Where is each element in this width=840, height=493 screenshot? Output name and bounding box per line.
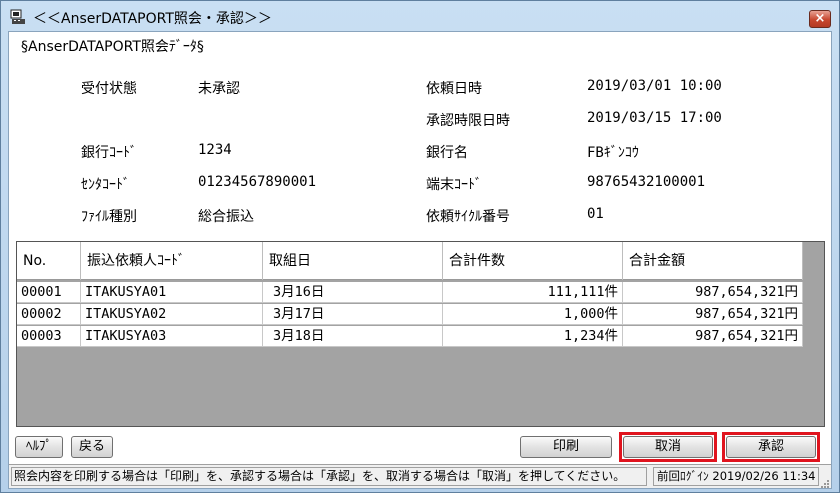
bank-name-value: FBｷﾞﾝｺｳ [587,145,639,161]
cancel-button[interactable]: 取消 [623,436,713,458]
section-title: §AnserDATAPORT照会ﾃﾞｰﾀ§ [21,39,204,55]
cell-amount: 987,654,321円 [623,326,803,347]
main-window: ＜＜AnserDATAPORT照会・承認＞＞ × §AnserDATAPORT照… [0,0,840,493]
file-type-label: ﾌｧｲﾙ種別 [81,209,137,225]
bank-code-value: 1234 [198,142,232,158]
header-date[interactable]: 取組日 [263,242,443,280]
terminal-code-label: 端末ｺｰﾄﾞ [426,177,482,193]
status-bar: 照会内容を印刷する場合は「印刷」を、承認する場合は「承認」を、取消する場合は「取… [9,464,831,488]
request-cycle-label: 依頼ｻｲｸﾙ番号 [426,209,510,225]
app-icon [10,9,26,25]
window-title: ＜＜AnserDATAPORT照会・承認＞＞ [33,11,272,27]
cell-amount: 987,654,321円 [623,304,803,325]
cell-no: 00003 [17,326,81,347]
last-login: 前回ﾛｸﾞｲﾝ 2019/02/26 11:34 [653,467,819,486]
resize-grip-icon[interactable] [819,476,829,488]
title-bar[interactable]: ＜＜AnserDATAPORT照会・承認＞＞ × [1,1,839,31]
close-button[interactable]: × [809,10,831,28]
table-row[interactable]: 00003 ITAKUSYA03 3月18日 1,234件 987,654,32… [17,326,803,347]
cell-date: 3月17日 [263,304,443,325]
bank-code-label: 銀行ｺｰﾄﾞ [81,145,137,161]
status-message: 照会内容を印刷する場合は「印刷」を、承認する場合は「承認」を、取消する場合は「取… [11,467,647,486]
cell-count: 1,234件 [443,326,623,347]
help-button[interactable]: ﾍﾙﾌﾟ [15,436,63,458]
header-count[interactable]: 合計件数 [443,242,623,280]
grid-header: No. 振込依頼人ｺｰﾄﾞ 取組日 合計件数 合計金額 [17,242,803,280]
cell-no: 00001 [17,282,81,303]
cell-requester-code: ITAKUSYA02 [81,304,263,325]
cell-count: 111,111件 [443,282,623,303]
approval-deadline-value: 2019/03/15 17:00 [587,110,722,126]
header-amount[interactable]: 合計金額 [623,242,803,280]
print-button[interactable]: 印刷 [520,436,612,458]
cell-requester-code: ITAKUSYA03 [81,326,263,347]
close-icon: × [814,11,826,26]
client-area: §AnserDATAPORT照会ﾃﾞｰﾀ§ 受付状態 未承認 依頼日時 2019… [8,31,832,489]
center-code-value: 01234567890001 [198,174,317,190]
cell-date: 3月16日 [263,282,443,303]
request-datetime-value: 2019/03/01 10:00 [587,78,722,94]
reception-status-label: 受付状態 [81,81,137,97]
cell-date: 3月18日 [263,326,443,347]
bank-name-label: 銀行名 [426,145,468,161]
reception-status-value: 未承認 [198,81,240,97]
cell-count: 1,000件 [443,304,623,325]
request-datetime-label: 依頼日時 [426,81,482,97]
request-cycle-value: 01 [587,206,604,222]
approval-deadline-label: 承認時限日時 [426,113,510,129]
cell-amount: 987,654,321円 [623,282,803,303]
file-type-value: 総合振込 [198,209,254,225]
header-no[interactable]: No. [17,242,81,280]
header-requester-code[interactable]: 振込依頼人ｺｰﾄﾞ [81,242,263,280]
cell-requester-code: ITAKUSYA01 [81,282,263,303]
center-code-label: ｾﾝﾀｺｰﾄﾞ [81,177,130,193]
cell-no: 00002 [17,304,81,325]
data-grid[interactable]: No. 振込依頼人ｺｰﾄﾞ 取組日 合計件数 合計金額 00001 ITAKUS… [16,241,825,427]
table-row[interactable]: 00001 ITAKUSYA01 3月16日 111,111件 987,654,… [17,282,803,303]
terminal-code-value: 98765432100001 [587,174,706,190]
back-button[interactable]: 戻る [71,436,113,458]
table-row[interactable]: 00002 ITAKUSYA02 3月17日 1,000件 987,654,32… [17,304,803,325]
approve-button[interactable]: 承認 [726,436,816,458]
